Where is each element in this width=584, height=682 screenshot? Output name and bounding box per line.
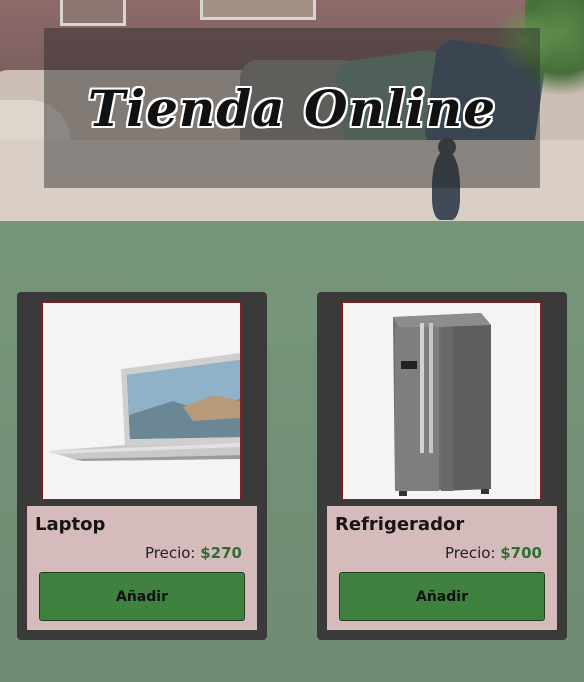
product-card: Laptop Precio: $270 Añadir [17,292,267,640]
laptop-image [42,302,241,500]
hero-banner: Tienda Online [0,0,584,221]
price-label: Precio: [444,544,496,562]
wall-picture-decoration [200,0,316,20]
product-info: Laptop Precio: $270 Añadir [27,506,257,630]
product-price: Precio: $270 [145,544,242,562]
price-value: $700 [500,544,542,562]
product-card: Refrigerador Precio: $700 Añadir [317,292,567,640]
add-to-cart-button[interactable]: Añadir [39,572,245,621]
product-info: Refrigerador Precio: $700 Añadir [327,506,557,630]
add-to-cart-button[interactable]: Añadir [339,572,545,621]
title-overlay: Tienda Online [44,28,540,188]
page-title: Tienda Online [87,78,497,138]
price-label: Precio: [144,544,196,562]
refrigerator-icon [343,303,540,499]
price-value: $270 [200,544,242,562]
wall-picture-decoration [60,0,126,26]
product-name: Laptop [35,514,106,535]
laptop-icon [43,303,240,499]
product-price: Precio: $700 [445,544,542,562]
product-name: Refrigerador [335,514,465,535]
refrigerator-image [342,302,541,500]
